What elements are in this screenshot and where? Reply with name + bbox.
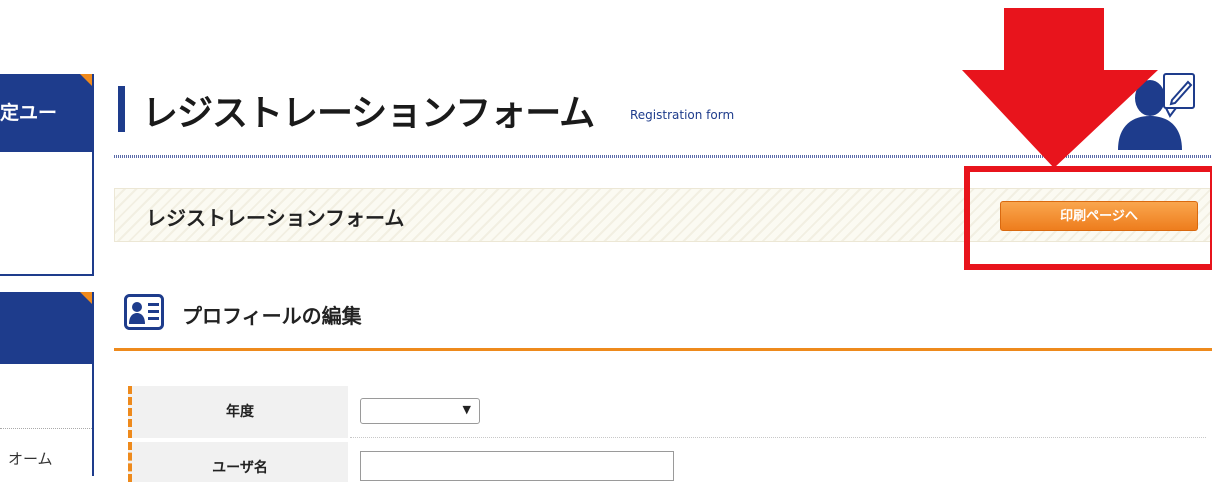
year-select[interactable]: ▼ xyxy=(360,398,480,424)
select-arrow-icon: ▼ xyxy=(462,403,471,416)
section-divider xyxy=(114,348,1212,351)
row-divider xyxy=(350,437,1206,438)
corner-accent-icon xyxy=(80,292,92,304)
field-label-year: 年度 xyxy=(128,386,348,438)
username-input[interactable] xyxy=(360,451,674,481)
field-label-username: ユーザ名 xyxy=(128,442,348,482)
profile-card-icon xyxy=(124,294,164,334)
sidebar-card-top-label: 定ユー xyxy=(0,102,58,124)
sidebar-card-bottom-header[interactable] xyxy=(0,292,92,364)
subheader-title: レジストレーションフォーム xyxy=(146,206,405,230)
corner-accent-icon xyxy=(80,74,92,86)
title-accent-bar xyxy=(118,86,125,132)
sidebar-divider xyxy=(0,428,92,429)
sidebar-card-top: 定ユー xyxy=(0,74,94,276)
page-subtitle: Registration form xyxy=(630,108,735,122)
section-title: プロフィールの編集 xyxy=(182,304,362,328)
page-title: レジストレーションフォーム xyxy=(142,93,595,134)
sidebar-card-top-header[interactable]: 定ユー xyxy=(0,74,92,152)
sidebar-card-bottom: オーム xyxy=(0,292,94,476)
sidebar-item-form[interactable]: オーム xyxy=(8,448,53,469)
highlight-annotation-box xyxy=(964,166,1212,270)
down-arrow-icon xyxy=(960,8,1160,174)
